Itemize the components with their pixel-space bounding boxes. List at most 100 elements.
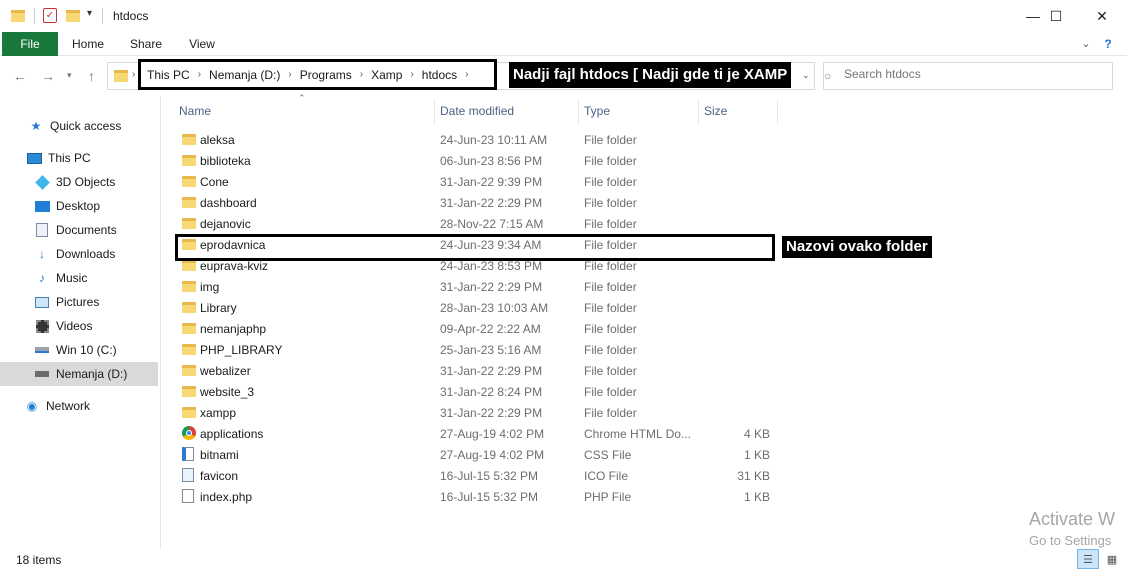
folder-icon <box>11 10 25 22</box>
address-dropdown-icon[interactable]: ⌄ <box>802 70 810 81</box>
sidebar-item-label: This PC <box>48 151 91 165</box>
file-date: 25-Jan-23 5:16 AM <box>440 343 542 357</box>
column-divider[interactable] <box>434 100 435 124</box>
file-icon <box>182 489 194 503</box>
file-name: bitnami <box>200 448 239 462</box>
back-icon[interactable]: ← <box>13 68 27 84</box>
watermark-line2: Go to Settings <box>1029 533 1112 548</box>
file-date: 06-Jun-23 8:56 PM <box>440 154 543 168</box>
file-row[interactable]: bitnami 27-Aug-19 4:02 PM CSS File 1 KB <box>176 444 776 465</box>
sidebar-item-desktop[interactable]: Desktop <box>0 194 160 218</box>
column-header-date[interactable]: Date modified <box>440 103 514 123</box>
sidebar-item-downloads[interactable]: ↓ Downloads <box>0 242 160 266</box>
recent-locations-icon[interactable]: ▾ <box>67 70 72 81</box>
pane-divider[interactable] <box>160 96 161 548</box>
css-file-icon <box>182 447 194 461</box>
title-bar: ✓ ▾ htdocs — ☐ ✕ <box>0 0 1127 32</box>
expand-ribbon-icon[interactable]: ⌄ <box>1078 32 1094 56</box>
sidebar-item-documents[interactable]: Documents <box>0 218 160 242</box>
file-type: File folder <box>584 385 637 399</box>
search-box[interactable]: ○ <box>823 62 1113 90</box>
file-type: File folder <box>584 406 637 420</box>
breadcrumb-this-pc[interactable]: This PC <box>147 68 190 82</box>
tab-file[interactable]: File <box>2 32 58 56</box>
file-name: website_3 <box>200 385 255 399</box>
sidebar-item-win10-c[interactable]: Win 10 (C:) <box>0 338 160 362</box>
breadcrumb-drive[interactable]: Nemanja (D:) <box>209 68 280 82</box>
file-row[interactable]: webalizer 31-Jan-22 2:29 PM File folder <box>176 360 776 381</box>
file-name: biblioteka <box>200 154 251 168</box>
sidebar-item-music[interactable]: ♪ Music <box>0 266 160 290</box>
file-row[interactable]: biblioteka 06-Jun-23 8:56 PM File folder <box>176 150 776 171</box>
close-button[interactable]: ✕ <box>1079 0 1125 32</box>
breadcrumb-xamp[interactable]: Xamp <box>371 68 402 82</box>
file-date: 31-Jan-22 8:24 PM <box>440 385 543 399</box>
file-type: Chrome HTML Do... <box>584 427 691 441</box>
column-divider[interactable] <box>777 100 778 124</box>
chevron-right-icon: › <box>197 69 202 80</box>
file-type: File folder <box>584 343 637 357</box>
chevron-right-icon: › <box>288 69 292 80</box>
new-folder-icon[interactable] <box>66 10 80 22</box>
computer-icon <box>26 150 42 166</box>
sidebar-item-quick-access[interactable]: ★ Quick access <box>0 114 160 138</box>
file-row[interactable]: website_3 31-Jan-22 8:24 PM File folder <box>176 381 776 402</box>
chevron-right-icon: › <box>132 69 136 80</box>
help-icon[interactable]: ? <box>1100 32 1116 56</box>
file-size: 31 KB <box>737 469 770 483</box>
folder-icon <box>182 155 196 166</box>
sidebar-item-label: Pictures <box>56 295 100 309</box>
sidebar-item-3d-objects[interactable]: 3D Objects <box>0 170 160 194</box>
tab-home[interactable]: Home <box>66 32 110 56</box>
sidebar-item-label: Documents <box>56 223 117 237</box>
sidebar-item-this-pc[interactable]: This PC <box>0 146 160 170</box>
customize-toolbar-icon[interactable]: ▾ <box>87 8 92 19</box>
annotation-label: Nazovi ovako folder <box>782 236 932 258</box>
pictures-icon <box>34 294 50 310</box>
sort-ascending-icon: ⌃ <box>298 93 306 103</box>
tab-view[interactable]: View <box>182 32 222 56</box>
column-divider[interactable] <box>698 100 699 124</box>
sidebar-item-network[interactable]: ◉ Network <box>0 394 160 418</box>
details-view-icon[interactable]: ☰ <box>1077 549 1099 569</box>
separator <box>102 8 103 24</box>
breadcrumb-htdocs[interactable]: htdocs <box>422 68 457 82</box>
file-row[interactable]: nemanjaphp 09-Apr-22 2:22 AM File folder <box>176 318 776 339</box>
file-row[interactable]: index.php 16-Jul-15 5:32 PM PHP File 1 K… <box>176 486 776 507</box>
up-icon[interactable]: ↑ <box>88 68 95 84</box>
sidebar-item-pictures[interactable]: Pictures <box>0 290 160 314</box>
file-row[interactable]: dashboard 31-Jan-22 2:29 PM File folder <box>176 192 776 213</box>
large-icons-view-icon[interactable]: ▦ <box>1101 549 1123 569</box>
file-name: xampp <box>200 406 237 420</box>
file-row[interactable]: applications 27-Aug-19 4:02 PM Chrome HT… <box>176 423 776 444</box>
column-header-size[interactable]: Size <box>704 103 727 123</box>
search-input[interactable] <box>844 67 1104 81</box>
tab-share[interactable]: Share <box>124 32 168 56</box>
search-icon: ○ <box>824 69 832 83</box>
cube-icon <box>34 174 50 190</box>
sidebar-item-nemanja-d[interactable]: Nemanja (D:) <box>0 362 158 386</box>
file-row[interactable]: Cone 31-Jan-22 9:39 PM File folder <box>176 171 776 192</box>
file-row[interactable]: PHP_LIBRARY 25-Jan-23 5:16 AM File folde… <box>176 339 776 360</box>
breadcrumb-programs[interactable]: Programs <box>300 68 352 82</box>
properties-icon[interactable]: ✓ <box>43 8 57 23</box>
file-date: 24-Jan-23 8:53 PM <box>440 259 543 273</box>
forward-icon[interactable]: → <box>41 68 55 84</box>
file-row[interactable]: xampp 31-Jan-22 2:29 PM File folder <box>176 402 776 423</box>
file-date: 16-Jul-15 5:32 PM <box>440 490 539 504</box>
sidebar-item-label: Music <box>56 271 88 285</box>
column-header-type[interactable]: Type <box>584 103 610 123</box>
file-row[interactable]: favicon 16-Jul-15 5:32 PM ICO File 31 KB <box>176 465 776 486</box>
file-row[interactable]: aleksa 24-Jun-23 10:11 AM File folder <box>176 129 776 150</box>
folder-icon <box>182 302 196 313</box>
maximize-button[interactable]: ☐ <box>1033 0 1079 32</box>
file-row[interactable]: img 31-Jan-22 2:29 PM File folder <box>176 276 776 297</box>
column-header-name[interactable]: Name <box>179 103 211 123</box>
file-name: Cone <box>200 175 229 189</box>
file-row[interactable]: Library 28-Jan-23 10:03 AM File folder <box>176 297 776 318</box>
column-divider[interactable] <box>578 100 579 124</box>
file-date: 31-Jan-22 2:29 PM <box>440 196 543 210</box>
sidebar-item-videos[interactable]: Videos <box>0 314 160 338</box>
file-size: 1 KB <box>743 448 770 462</box>
file-row[interactable]: dejanovic 28-Nov-22 7:15 AM File folder <box>176 213 776 234</box>
